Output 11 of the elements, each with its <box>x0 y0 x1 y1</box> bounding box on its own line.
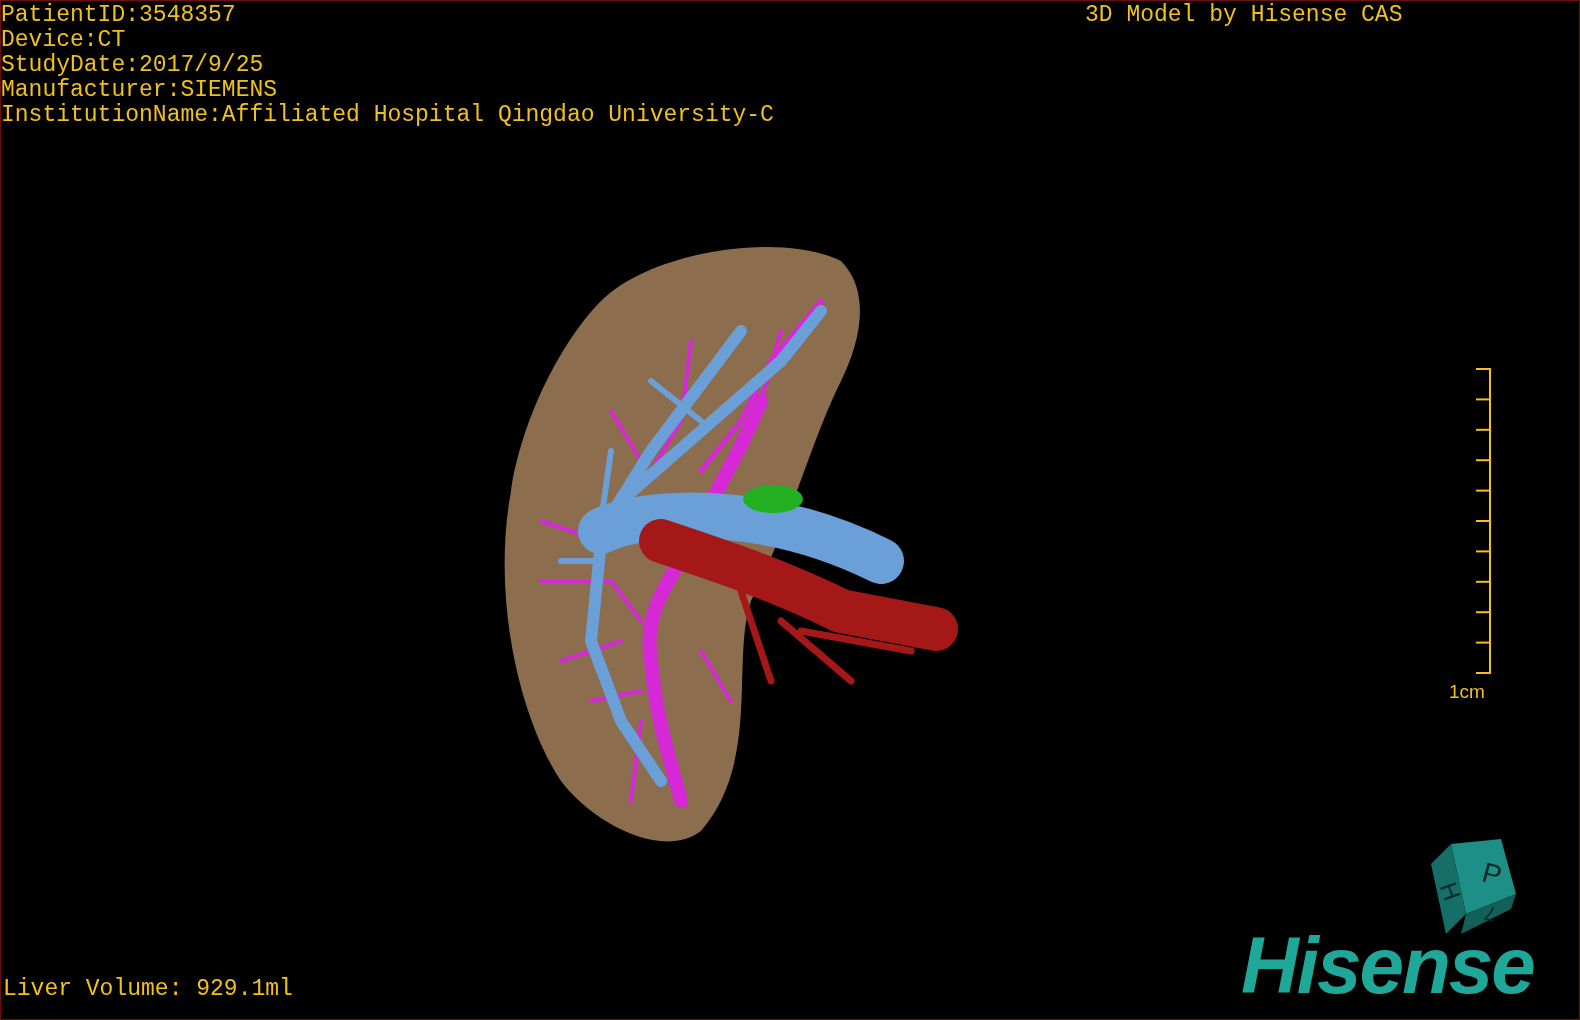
scale-label: 1cm <box>1449 681 1485 703</box>
study-info-text: PatientID:3548357 <box>1 3 237 28</box>
model-title: 3D Model by Hisense CAS <box>1085 3 1403 28</box>
cube-face-label: P <box>1478 856 1505 892</box>
liver-volume-text: Liver Volume: 929.1ml <box>3 977 293 1002</box>
study-info-text: StudyDate:2017/9/25 <box>1 53 265 78</box>
study-info-text: InstitutionName:Affiliated Hospital Qingdao University-C <box>1 103 774 128</box>
study-info-text: Device:CT <box>1 28 127 53</box>
study-info-text: Manufacturer:SIEMENS <box>1 78 279 103</box>
cube-face-label: H <box>1434 878 1467 905</box>
brand-logo: Hisense <box>1241 921 1534 1011</box>
